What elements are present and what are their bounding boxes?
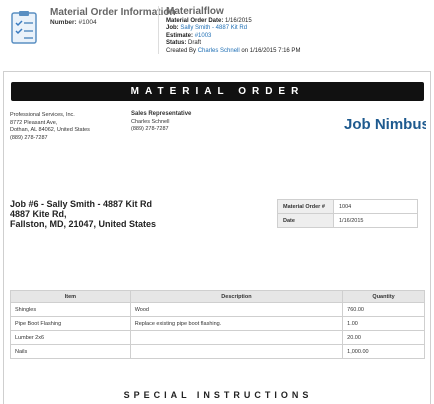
- material-order-title: Material Order Information: [50, 7, 176, 18]
- svg-text:Job Nimbus: Job Nimbus: [344, 116, 426, 132]
- estimate-row: Estimate: #1003: [166, 33, 300, 40]
- order-number-row: Material Order # 1004: [277, 199, 418, 214]
- job-label: Job:: [166, 25, 179, 32]
- description-cell: [129, 344, 344, 359]
- company-name: Professional Services, Inc.: [10, 112, 75, 118]
- number-value: #1004: [78, 19, 97, 26]
- job-link[interactable]: Sally Smith - 4887 Kit Rd: [180, 25, 247, 31]
- column-header-quantity: Quantity: [342, 290, 425, 303]
- item-cell: Pipe Boot Flashing: [10, 316, 131, 331]
- material-order-summary: Material Order Information Number: #1004…: [0, 0, 434, 64]
- order-date-row: Date 1/16/2015: [277, 213, 418, 228]
- order-date-label: Material Order Date:: [166, 18, 224, 24]
- order-number-label: Material Order #: [277, 199, 334, 214]
- sales-rep-name: Charles Schnell: [131, 118, 170, 125]
- job-street: 4887 Kite Rd,: [10, 209, 67, 219]
- estimate-label: Estimate:: [166, 32, 194, 39]
- company-address: Professional Services, Inc. 8772 Pleasan…: [10, 112, 90, 142]
- items-table: Item Description Quantity Shingles Wood …: [10, 290, 425, 359]
- description-cell: Replace existing pipe boot flashing.: [129, 316, 344, 331]
- status-row: Status: Draft: [166, 40, 300, 47]
- column-header-item: Item: [10, 290, 131, 303]
- order-info-table: Material Order # 1004 Date 1/16/2015: [277, 199, 418, 228]
- material-order-number: Number: #1004: [50, 19, 97, 26]
- materialflow-panel: Materialflow Material Order Date: 1/16/2…: [166, 6, 300, 55]
- divider: [158, 6, 159, 54]
- item-cell: Nails: [10, 344, 131, 359]
- job-title: Job #6 - Sally Smith - 4887 Kit Rd: [10, 199, 153, 209]
- sales-rep-phone: (889) 278-7287: [131, 126, 169, 133]
- status-value: Draft: [188, 40, 202, 47]
- job-city: Fallston, MD, 21047, United States: [10, 219, 157, 229]
- table-row: Pipe Boot Flashing Replace existing pipe…: [10, 316, 425, 331]
- estimate-link[interactable]: #1003: [195, 33, 212, 39]
- created-by-row: Created By Charles Schnell on 1/16/2015 …: [166, 48, 300, 55]
- checklist-document-icon: [11, 11, 37, 44]
- special-instructions-heading: SPECIAL INSTRUCTIONS: [123, 390, 313, 400]
- created-prefix: Created By: [166, 47, 197, 54]
- company-street: 8772 Pleasant Ave,: [10, 119, 58, 126]
- item-cell: Lumber 2x6: [10, 330, 131, 345]
- quantity-cell: 20.00: [342, 330, 425, 345]
- company-phone: (889) 278-7287: [10, 134, 48, 141]
- column-header-description: Description: [129, 290, 344, 303]
- material-order-document: MATERIAL ORDER Professional Services, In…: [3, 71, 431, 404]
- order-date-value: 1/16/2015: [225, 18, 252, 24]
- items-header-row: Item Description Quantity: [10, 290, 425, 303]
- status-label: Status:: [166, 40, 187, 47]
- quantity-cell: 1.00: [342, 316, 425, 331]
- table-row: Nails 1,000.00: [10, 344, 425, 359]
- quantity-cell: 1,000.00: [342, 344, 425, 359]
- number-label: Number:: [50, 19, 77, 26]
- table-row: Lumber 2x6 20.00: [10, 330, 425, 345]
- created-suffix: on 1/16/2015 7:16 PM: [241, 47, 301, 54]
- created-by-link[interactable]: Charles Schnell: [198, 48, 240, 54]
- materialflow-title: Materialflow: [166, 6, 224, 17]
- order-number-value: 1004: [333, 199, 418, 214]
- job-row: Job: Sally Smith - 4887 Kit Rd: [166, 25, 300, 32]
- job-address: Job #6 - Sally Smith - 4887 Kit Rd 4887 …: [10, 199, 156, 229]
- sales-rep-heading: Sales Representative: [131, 111, 192, 117]
- jobnimbus-logo: Job Nimbus: [344, 116, 426, 132]
- order-date-label: Date: [277, 213, 334, 228]
- description-cell: [129, 330, 344, 345]
- order-date-row: Material Order Date: 1/16/2015: [166, 18, 300, 25]
- item-cell: Shingles: [10, 302, 131, 317]
- quantity-cell: 760.00: [342, 302, 425, 317]
- description-cell: Wood: [129, 302, 344, 317]
- company-city: Dothan, AL 84062, United States: [10, 127, 90, 134]
- table-row: Shingles Wood 760.00: [10, 302, 425, 317]
- material-order-banner: MATERIAL ORDER: [11, 82, 424, 101]
- order-date-value: 1/16/2015: [333, 213, 418, 228]
- sales-representative: Sales Representative Charles Schnell (88…: [131, 111, 191, 134]
